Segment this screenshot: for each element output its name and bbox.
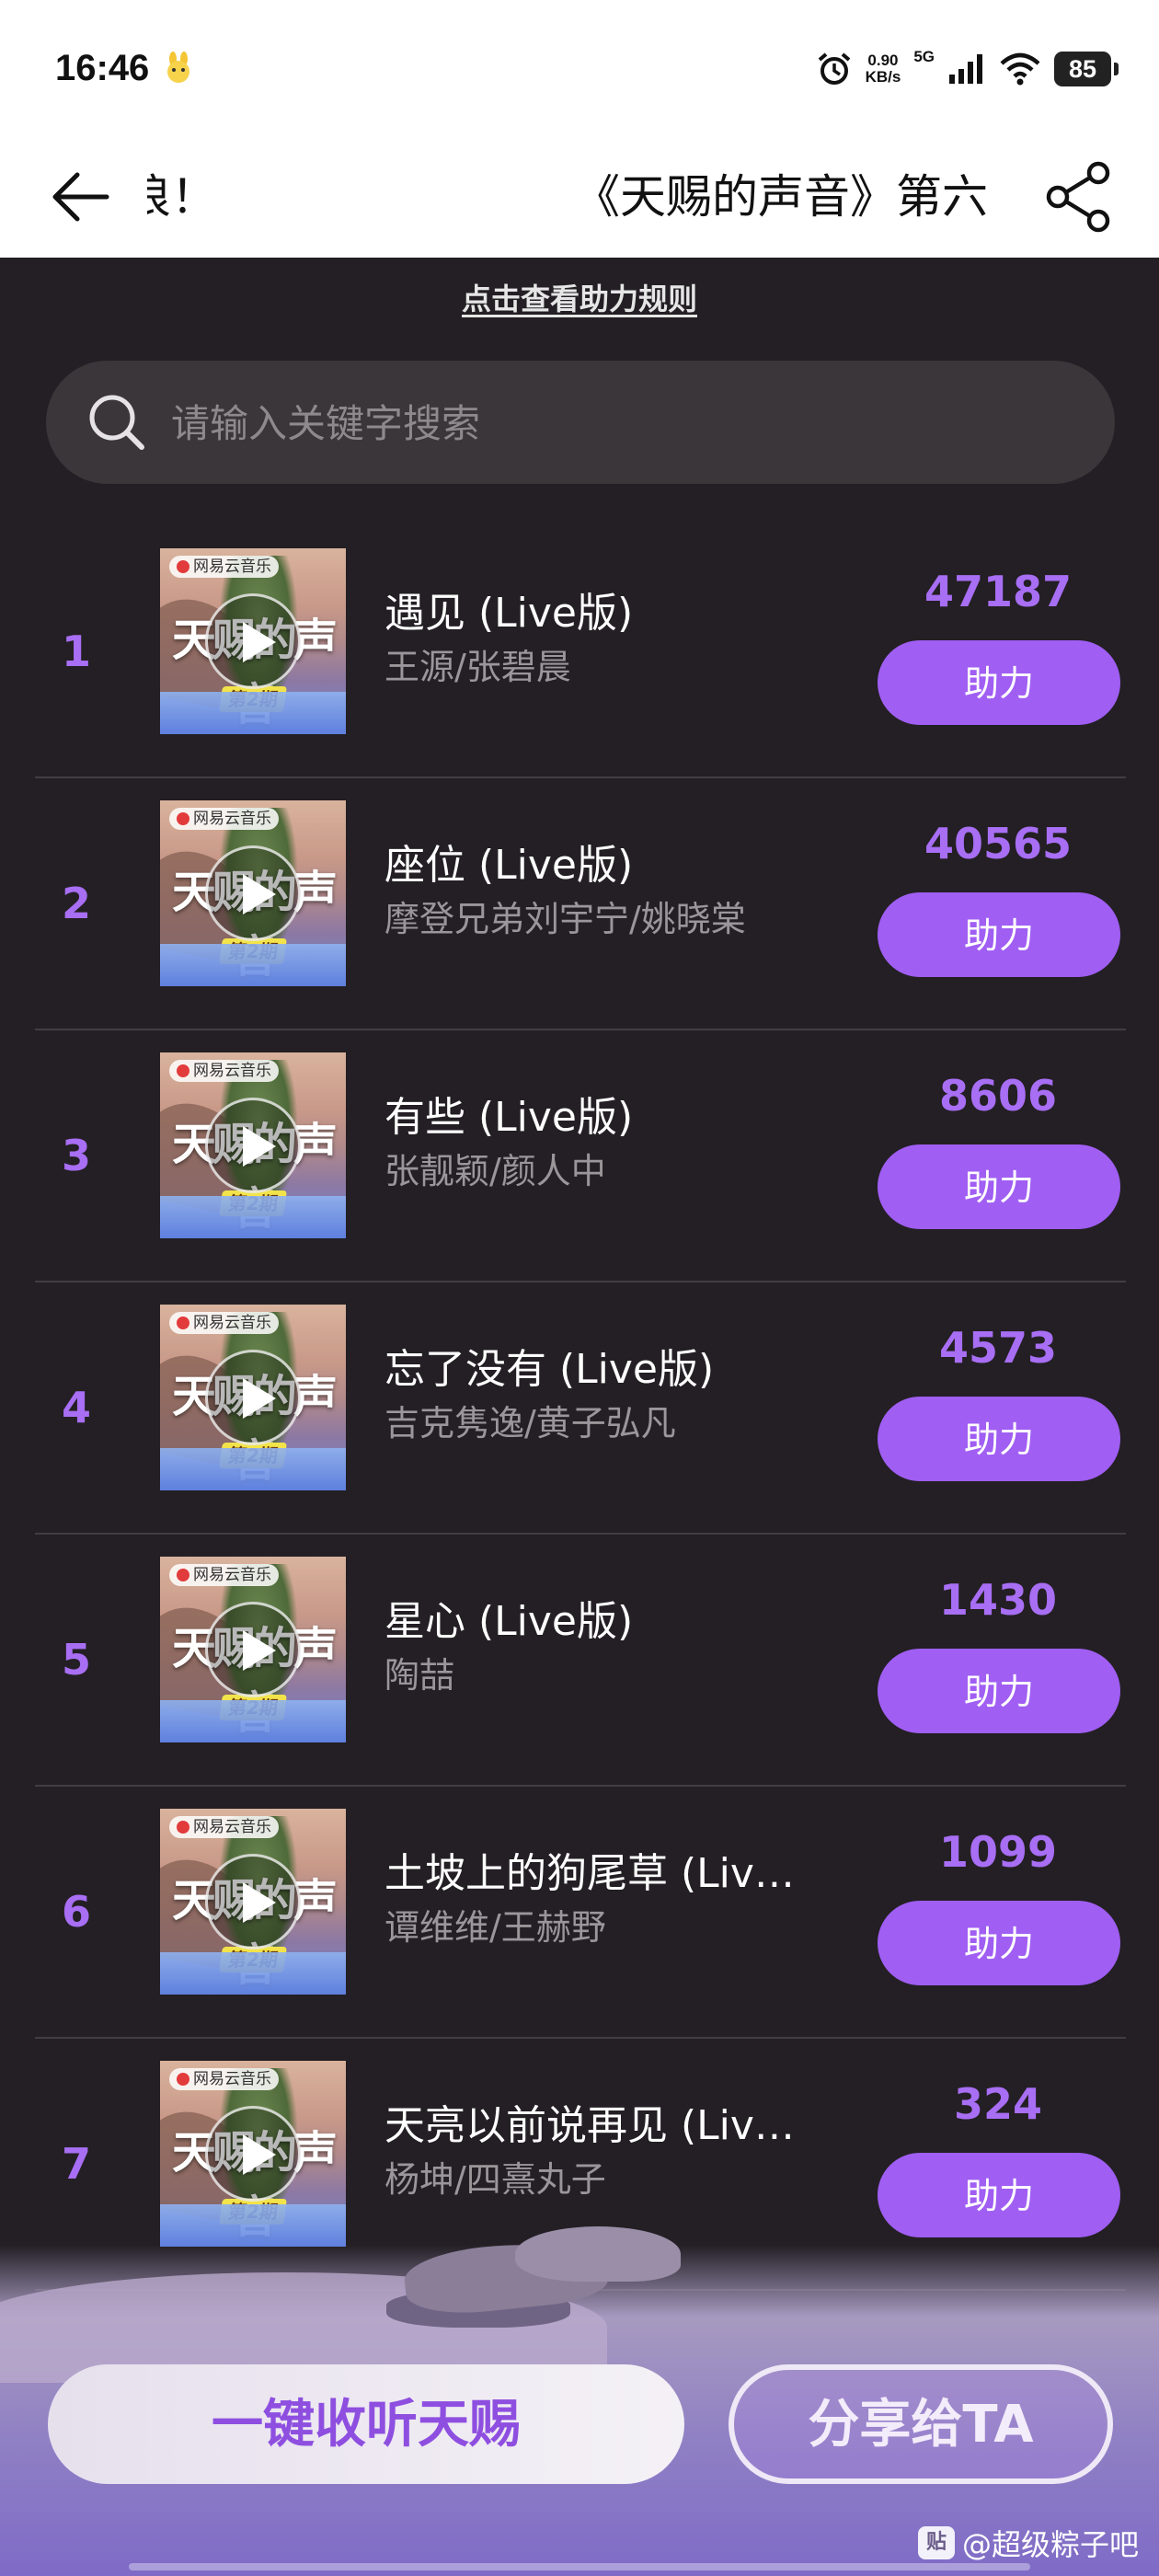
album-cover[interactable]: 网易云音乐 天赐的声音 第2期 — [160, 1305, 346, 1490]
album-cover[interactable]: 网易云音乐 天赐的声音 第2期 — [160, 800, 346, 986]
status-icons: 0.90 KB/s 5G 85 — [816, 46, 1119, 92]
song-title: 遇见 (Live版) — [384, 590, 634, 637]
vote-count: 47187 — [924, 567, 1073, 616]
rank-number: 6 — [61, 1887, 91, 1937]
search-bar — [46, 361, 1115, 484]
netease-logo: 网易云音乐 — [169, 808, 279, 830]
song-title: 座位 (Live版) — [384, 842, 634, 889]
play-icon[interactable] — [205, 845, 301, 941]
wifi-icon — [1000, 52, 1040, 86]
listen-all-button[interactable]: 一键收听天赐 — [48, 2364, 684, 2484]
status-time: 16:46 — [55, 48, 150, 88]
signal-icon — [949, 54, 982, 84]
network-speed: 0.90 KB/s — [865, 52, 901, 86]
play-icon[interactable] — [205, 593, 301, 689]
vote-count: 40565 — [924, 819, 1073, 868]
netease-logo: 网易云音乐 — [169, 1564, 279, 1586]
netease-logo: 网易云音乐 — [169, 2068, 279, 2090]
home-indicator[interactable] — [129, 2563, 1030, 2570]
song-title: 星心 (Live版) — [384, 1598, 634, 1645]
list-item: 5 网易云音乐 天赐的声音 第2期 星心 (Live版) 陶喆 1430 助力 — [35, 1535, 1126, 1787]
rabbit-emoji-icon — [167, 52, 189, 83]
song-artist: 摩登兄弟刘宇宁/姚晓棠 — [384, 899, 746, 939]
rank-number: 2 — [61, 879, 91, 928]
album-cover[interactable]: 网易云音乐 天赐的声音 第2期 — [160, 548, 346, 734]
boost-button[interactable]: 助力 — [878, 1649, 1120, 1733]
play-icon[interactable] — [205, 1602, 301, 1697]
search-icon — [89, 395, 144, 450]
song-artist: 谭维维/王赫野 — [384, 1907, 606, 1948]
play-icon[interactable] — [205, 2106, 301, 2202]
list-item: 1 网易云音乐 天赐的声音 第2期 遇见 (Live版) 王源/张碧晨 4718… — [35, 526, 1126, 778]
boost-button[interactable]: 助力 — [878, 640, 1120, 725]
vote-count: 324 — [953, 2079, 1043, 2129]
rank-number: 4 — [61, 1383, 91, 1432]
vote-count: 1430 — [938, 1575, 1058, 1625]
netease-logo: 网易云音乐 — [169, 556, 279, 578]
boost-button[interactable]: 助力 — [878, 2153, 1120, 2237]
song-ranking-list: 1 网易云音乐 天赐的声音 第2期 遇见 (Live版) 王源/张碧晨 4718… — [35, 526, 1126, 2291]
song-artist: 王源/张碧晨 — [384, 647, 571, 687]
list-item: 4 网易云音乐 天赐的声音 第2期 忘了没有 (Live版) 吉克隽逸/黄子弘凡… — [35, 1282, 1126, 1535]
song-title: 有些 (Live版) — [384, 1094, 634, 1141]
album-cover[interactable]: 网易云音乐 天赐的声音 第2期 — [160, 2061, 346, 2247]
rank-number: 3 — [61, 1131, 91, 1180]
watermark-text: @超级粽子吧 — [961, 2527, 1139, 2562]
list-item: 6 网易云音乐 天赐的声音 第2期 土坡上的狗尾草 (Liv… 谭维维/王赫野 … — [35, 1787, 1126, 2039]
boost-button[interactable]: 助力 — [878, 892, 1120, 977]
list-item: 2 网易云音乐 天赐的声音 第2期 座位 (Live版) 摩登兄弟刘宇宁/姚晓棠… — [35, 778, 1126, 1030]
rock — [515, 2226, 681, 2282]
song-title: 天亮以前说再见 (Liv… — [384, 2102, 795, 2149]
back-arrow-icon[interactable] — [46, 160, 120, 234]
song-title: 忘了没有 (Live版) — [384, 1346, 715, 1393]
song-artist: 陶喆 — [384, 1655, 455, 1696]
alarm-icon — [818, 52, 850, 85]
netease-logo: 网易云音乐 — [169, 1312, 279, 1334]
album-cover[interactable]: 网易云音乐 天赐的声音 第2期 — [160, 1557, 346, 1742]
album-cover[interactable]: 网易云音乐 天赐的声音 第2期 — [160, 1052, 346, 1238]
boost-button[interactable]: 助力 — [878, 1144, 1120, 1229]
play-icon[interactable] — [205, 1854, 301, 1949]
song-artist: 杨坤/四熹丸子 — [384, 2159, 606, 2200]
rules-link[interactable]: 点击查看助力规则 — [0, 276, 1159, 318]
watermark: 贴 @超级粽子吧 — [917, 2524, 1139, 2562]
rank-number: 1 — [61, 627, 91, 676]
vote-count: 8606 — [938, 1071, 1058, 1121]
album-cover[interactable]: 网易云音乐 天赐的声音 第2期 — [160, 1809, 346, 1995]
song-title: 土坡上的狗尾草 (Liv… — [384, 1850, 795, 1897]
netease-logo: 网易云音乐 — [169, 1060, 279, 1082]
rank-number: 5 — [61, 1635, 91, 1685]
song-artist: 张靓颖/颜人中 — [384, 1151, 606, 1191]
marquee-title-tail: 浪！ — [147, 170, 217, 224]
page-title: 《天赐的声音》第六 — [574, 170, 988, 224]
status-bar: 16:46 0.90 KB/s 5G 85 — [0, 0, 1159, 138]
network-type: 5G — [913, 48, 935, 65]
boost-button[interactable]: 助力 — [878, 1901, 1120, 1985]
search-input[interactable] — [169, 383, 1056, 464]
share-icon[interactable] — [1041, 158, 1119, 236]
list-item: 3 网易云音乐 天赐的声音 第2期 有些 (Live版) 张靓颖/颜人中 860… — [35, 1030, 1126, 1282]
netease-logo: 网易云音乐 — [169, 1816, 279, 1838]
boost-button[interactable]: 助力 — [878, 1397, 1120, 1481]
tieba-logo: 贴 — [917, 2526, 955, 2559]
battery-indicator: 85 — [1054, 52, 1119, 86]
play-icon[interactable] — [205, 1350, 301, 1445]
vote-count: 1099 — [938, 1827, 1058, 1877]
song-artist: 吉克隽逸/黄子弘凡 — [384, 1403, 676, 1443]
play-icon[interactable] — [205, 1098, 301, 1193]
vote-count: 4573 — [938, 1323, 1058, 1373]
app-header: 浪！ 《天赐的声音》第六 — [0, 138, 1159, 258]
share-to-friend-button[interactable]: 分享给TA — [729, 2364, 1113, 2484]
